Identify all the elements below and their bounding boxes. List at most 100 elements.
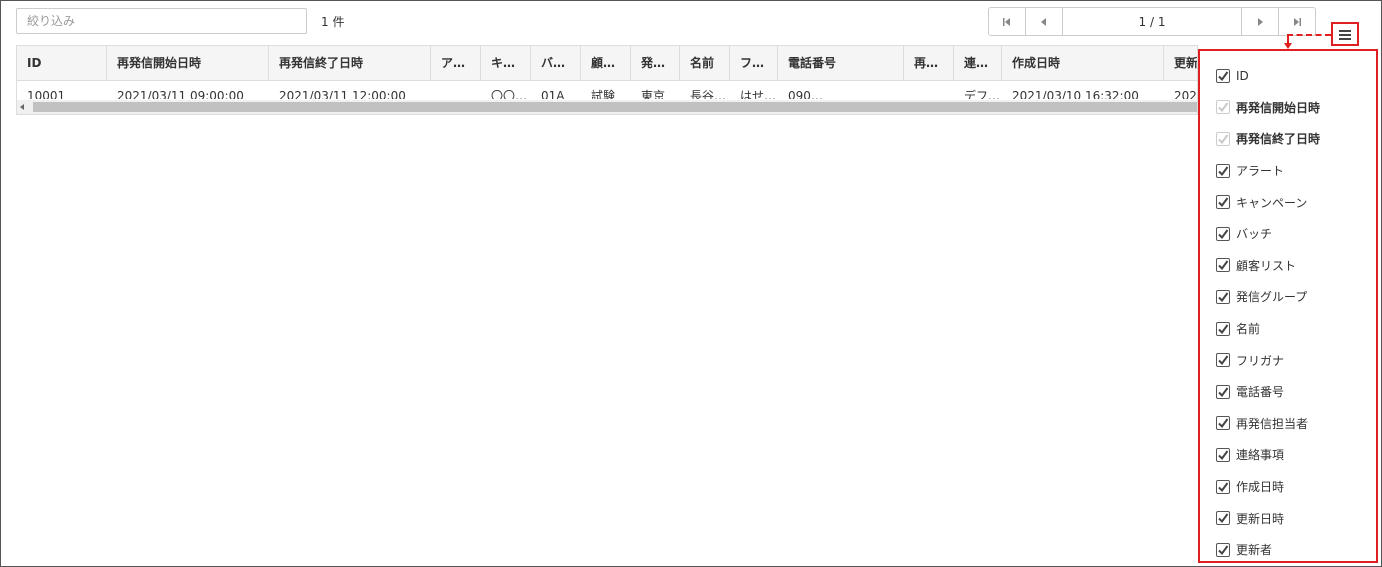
checkbox-checked-icon[interactable] — [1216, 447, 1230, 462]
column-header[interactable]: 更新 — [1164, 46, 1197, 81]
column-chooser-panel: ID 再発信開始日時 再発信終了日時 アラート キャンペーン バッチ 顧客リスト — [1198, 49, 1378, 563]
checkbox-checked-icon[interactable] — [1216, 289, 1230, 304]
column-header[interactable]: 顧… — [581, 46, 631, 81]
filter-input[interactable] — [16, 8, 307, 34]
column-toggle-customer-list[interactable]: 顧客リスト — [1200, 250, 1376, 282]
record-count: 1 件 — [321, 15, 345, 29]
column-toggle-label: バッチ — [1236, 227, 1273, 242]
column-header[interactable]: ID — [17, 46, 107, 81]
column-header[interactable]: 連… — [954, 46, 1002, 81]
column-toggle-label: キャンペーン — [1236, 195, 1308, 210]
table-cell: 2021/03/10 16:32:00 — [1012, 89, 1139, 99]
first-page-icon — [1003, 17, 1010, 26]
scrollbar-thumb[interactable] — [33, 102, 1197, 112]
column-header[interactable]: 発… — [631, 46, 680, 81]
column-toggle-created-at[interactable]: 作成日時 — [1200, 471, 1376, 503]
table-cell: 2021… — [1174, 89, 1197, 99]
last-page-icon — [1294, 17, 1301, 26]
column-header[interactable]: 再発信終了日時 — [269, 46, 431, 81]
column-toggle-label: 更新者 — [1236, 543, 1273, 558]
column-toggle-label: 再発信担当者 — [1236, 416, 1309, 431]
table-cell: 〇〇… — [491, 89, 528, 99]
column-toggle-resend-start: 再発信開始日時 — [1200, 92, 1376, 124]
table-cell: 試験 — [591, 89, 616, 99]
checkbox-checked-icon[interactable] — [1216, 416, 1230, 431]
table-cell: はせ… — [740, 89, 777, 99]
horizontal-scrollbar[interactable] — [17, 100, 1197, 114]
column-toggle-label: ID — [1236, 68, 1249, 83]
column-toggle-id[interactable]: ID — [1200, 60, 1376, 92]
table-cell: 10001 — [27, 89, 66, 99]
table-cell: 2021/03/11 09:00:00 — [117, 89, 244, 99]
column-toggle-label: 作成日時 — [1236, 480, 1285, 495]
column-toggle-updated-at[interactable]: 更新日時 — [1200, 502, 1376, 534]
column-toggle-label: 発信グループ — [1236, 290, 1308, 305]
checkbox-checked-icon[interactable] — [1216, 542, 1230, 557]
app-frame: 1 件 1 / 1 ID 再発 — [0, 0, 1382, 567]
column-toggle-campaign[interactable]: キャンペーン — [1200, 186, 1376, 218]
table-cell: 090… — [788, 89, 823, 99]
checkbox-checked-icon[interactable] — [1216, 163, 1230, 178]
checkbox-checked-icon[interactable] — [1216, 226, 1230, 241]
checkbox-checked-icon[interactable] — [1216, 511, 1230, 526]
column-toggle-notes[interactable]: 連絡事項 — [1200, 439, 1376, 471]
column-toggle-label: フリガナ — [1236, 353, 1285, 368]
column-toggle-label: アラート — [1236, 164, 1285, 179]
checkbox-checked-icon[interactable] — [1216, 384, 1230, 399]
column-toggle-label: 名前 — [1236, 322, 1261, 337]
column-toggle-phone[interactable]: 電話番号 — [1200, 376, 1376, 408]
pager: 1 / 1 — [988, 7, 1316, 36]
column-header[interactable]: 作成日時 — [1002, 46, 1164, 81]
column-toggle-updated-by[interactable]: 更新者 — [1200, 534, 1376, 566]
column-toggle-name[interactable]: 名前 — [1200, 313, 1376, 345]
column-header[interactable]: 電話番号 — [778, 46, 904, 81]
callout-connector — [1287, 34, 1331, 36]
column-toggle-label: 電話番号 — [1236, 385, 1285, 400]
last-page-button[interactable] — [1278, 8, 1315, 35]
table-cell: デフ… — [964, 89, 1001, 99]
column-toggle-label: 再発信開始日時 — [1236, 100, 1321, 115]
column-header[interactable]: バ… — [531, 46, 581, 81]
next-page-button[interactable] — [1241, 8, 1278, 35]
column-header[interactable]: 再… — [904, 46, 954, 81]
table-cell — [904, 81, 954, 99]
hamburger-icon — [1339, 29, 1351, 40]
column-toggle-label: 再発信終了日時 — [1236, 132, 1321, 147]
checkbox-disabled-icon — [1216, 100, 1230, 115]
checkbox-checked-icon[interactable] — [1216, 353, 1230, 368]
scroll-left-icon[interactable] — [20, 104, 24, 110]
prev-page-icon — [1041, 17, 1046, 26]
column-toggle-label: 更新日時 — [1236, 511, 1285, 526]
checkbox-checked-icon[interactable] — [1216, 321, 1230, 336]
column-toggle-resend-assignee[interactable]: 再発信担当者 — [1200, 408, 1376, 440]
column-header[interactable]: 名前 — [680, 46, 730, 81]
column-header[interactable]: 再発信開始日時 — [107, 46, 269, 81]
table-cell — [431, 81, 481, 99]
grid-header: ID 再発信開始日時 再発信終了日時 ア… キ… バ… 顧… 発… 名前 フ… … — [17, 46, 1197, 81]
checkbox-checked-icon[interactable] — [1216, 479, 1230, 494]
column-toggle-label: 顧客リスト — [1236, 258, 1297, 273]
table-cell: 2021/03/11 12:00:00 — [279, 89, 406, 99]
prev-page-button[interactable] — [1026, 8, 1063, 35]
column-header[interactable]: フ… — [730, 46, 778, 81]
table-cell: 01A — [541, 89, 565, 99]
checkbox-checked-icon[interactable] — [1216, 195, 1230, 210]
page-info: 1 / 1 — [1138, 14, 1166, 29]
column-header[interactable]: キ… — [481, 46, 531, 81]
checkbox-disabled-icon — [1216, 131, 1230, 146]
checkbox-checked-icon[interactable] — [1216, 68, 1230, 83]
column-toggle-call-group[interactable]: 発信グループ — [1200, 281, 1376, 313]
column-menu-button[interactable] — [1331, 22, 1359, 46]
column-toggle-label: 連絡事項 — [1236, 448, 1285, 463]
column-toggle-batch[interactable]: バッチ — [1200, 218, 1376, 250]
column-header[interactable]: ア… — [431, 46, 481, 81]
next-page-icon — [1258, 17, 1263, 26]
column-toggle-alert[interactable]: アラート — [1200, 155, 1376, 187]
first-page-button[interactable] — [989, 8, 1026, 35]
table-cell: 長谷… — [690, 89, 727, 99]
table-cell: 東京 — [641, 89, 666, 99]
column-toggle-resend-end: 再発信終了日時 — [1200, 123, 1376, 155]
column-toggle-furigana[interactable]: フリガナ — [1200, 344, 1376, 376]
table-row[interactable]: 10001 2021/03/11 09:00:00 2021/03/11 12:… — [17, 81, 1197, 99]
checkbox-checked-icon[interactable] — [1216, 258, 1230, 273]
